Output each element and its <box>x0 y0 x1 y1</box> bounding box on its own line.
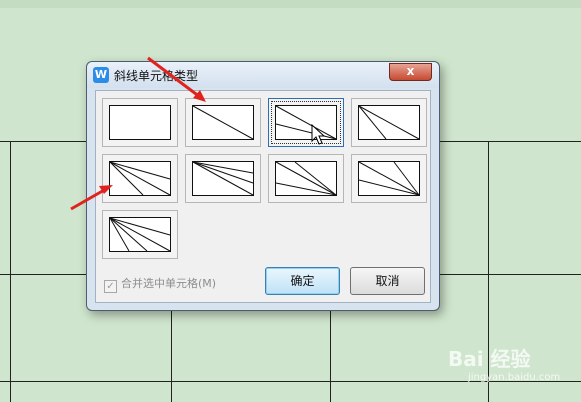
diagonal-type-two-lines-from-top[interactable] <box>351 98 427 147</box>
diagonal-cell-type-dialog: W 斜线单元格类型 x ✓ 合并选中单元格(M) 确定 取消 <box>86 61 440 311</box>
diagonal-type-single-diagonal[interactable] <box>185 98 261 147</box>
mouse-cursor-icon <box>311 124 326 145</box>
diagonal-type-three-lines-a[interactable] <box>102 154 178 203</box>
dialog-titlebar[interactable]: W 斜线单元格类型 x <box>87 62 439 88</box>
baidu-watermark: Bai 经验 <box>448 347 531 371</box>
app-w-icon: W <box>93 67 109 83</box>
diagonal-type-none[interactable] <box>102 98 178 147</box>
dialog-body: ✓ 合并选中单元格(M) 确定 取消 <box>95 90 431 303</box>
diagonal-type-three-lines-b[interactable] <box>185 154 261 203</box>
diagonal-type-three-lines-c[interactable] <box>268 154 344 203</box>
diagonal-type-three-lines-d[interactable] <box>351 154 427 203</box>
merge-selected-cells-checkbox[interactable]: ✓ <box>104 280 117 293</box>
merge-selected-cells-option: ✓ 合并选中单元格(M) <box>104 275 216 293</box>
diagonal-type-four-lines[interactable] <box>102 210 178 259</box>
ok-button[interactable]: 确定 <box>265 267 340 295</box>
dialog-title: 斜线单元格类型 <box>114 69 199 83</box>
close-icon[interactable]: x <box>389 63 432 81</box>
cancel-button[interactable]: 取消 <box>350 267 425 295</box>
diagonal-type-two-lines-from-left[interactable] <box>268 98 344 147</box>
merge-selected-cells-label: 合并选中单元格(M) <box>121 277 217 290</box>
baidu-watermark-url: jingyan.baidu.com <box>468 372 561 383</box>
